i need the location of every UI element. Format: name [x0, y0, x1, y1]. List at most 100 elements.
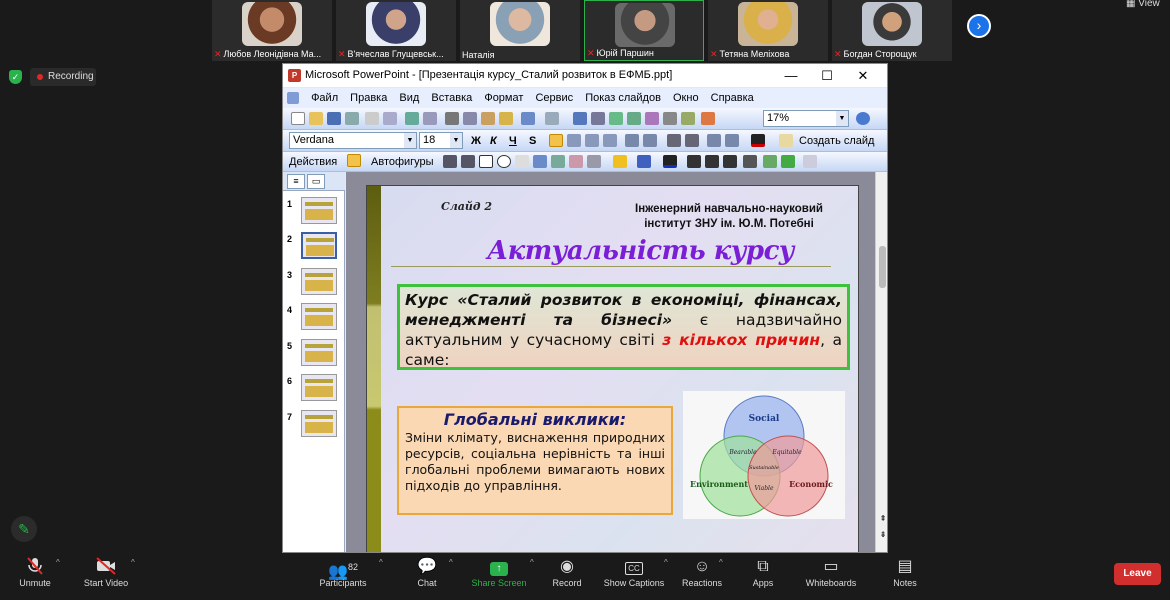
decrease-indent-icon[interactable] [707, 134, 721, 147]
close-button[interactable]: ✕ [845, 64, 881, 87]
decrease-font-icon[interactable] [685, 134, 699, 147]
chart-icon[interactable] [573, 112, 587, 125]
scroll-thumb[interactable] [879, 246, 886, 288]
italic-button[interactable]: К [490, 133, 497, 149]
increase-indent-icon[interactable] [725, 134, 739, 147]
recording-indicator[interactable]: Recording [30, 68, 96, 86]
save-icon[interactable] [327, 112, 341, 125]
audio-options-caret[interactable]: ^ [56, 558, 60, 567]
clipart-icon[interactable] [569, 155, 583, 168]
participant-tile[interactable]: ✕ Богдан Сторощук [832, 0, 952, 61]
spelling-icon[interactable] [405, 112, 419, 125]
chat-button[interactable]: 💬 Chat [412, 556, 442, 588]
current-slide[interactable]: Слайд 2 Інженерний навчально-науковий ін… [366, 185, 859, 552]
copy-icon[interactable] [463, 112, 477, 125]
align-left-icon[interactable] [549, 134, 563, 147]
slide-thumbnail[interactable] [301, 410, 337, 437]
participants-button[interactable]: 👥82 Participants [316, 556, 370, 588]
menu-insert[interactable]: Вставка [431, 88, 472, 108]
select-arrow-icon[interactable] [347, 154, 361, 167]
participant-tile[interactable]: ✕ Любов Леонідівна Ма... [212, 0, 332, 61]
menu-edit[interactable]: Правка [350, 88, 387, 108]
shadow-button[interactable]: S [529, 133, 536, 149]
bullets-icon[interactable] [643, 134, 657, 147]
show-formatting-icon[interactable] [701, 112, 715, 125]
more-buttons-icon[interactable] [803, 155, 817, 168]
slides-tab[interactable]: ▭ [307, 174, 325, 189]
font-color-icon[interactable] [751, 134, 765, 147]
zoom-select[interactable]: 17% ▼ [763, 110, 849, 127]
print-icon[interactable] [365, 112, 379, 125]
grid-icon[interactable] [663, 112, 677, 125]
share-caret[interactable]: ^ [530, 558, 534, 567]
expand-icon[interactable] [645, 112, 659, 125]
new-icon[interactable] [291, 112, 305, 125]
line-icon[interactable] [443, 155, 457, 168]
slide-thumbnail-row[interactable]: 7 [283, 408, 345, 440]
textbox-icon[interactable] [515, 155, 529, 168]
dash-style-icon[interactable] [705, 155, 719, 168]
wordart-icon[interactable] [533, 155, 547, 168]
participants-caret[interactable]: ^ [379, 558, 383, 567]
slide-thumbnail[interactable] [301, 339, 337, 366]
bold-button[interactable]: Ж [471, 133, 481, 149]
font-size-select[interactable]: 18 ▼ [419, 132, 463, 149]
prev-slide-icon[interactable]: ⇞ [878, 514, 887, 523]
open-icon[interactable] [309, 112, 323, 125]
slide-thumbnail[interactable] [301, 303, 337, 330]
shadow-style-icon[interactable] [743, 155, 757, 168]
notes-button[interactable]: ▤ Notes [890, 556, 920, 588]
arrow-icon[interactable] [461, 155, 475, 168]
menu-file[interactable]: Файл [311, 88, 338, 108]
redo-icon[interactable] [545, 112, 559, 125]
participant-tile[interactable]: ✕ В'ячеслав Глущевськ... [336, 0, 456, 61]
slide-thumbnail[interactable] [301, 197, 337, 224]
preview-icon[interactable] [383, 112, 397, 125]
oval-icon[interactable] [497, 155, 511, 168]
participant-tile-active[interactable]: ✕ Юрій Паршин [584, 0, 704, 61]
slide-thumbnail-row[interactable]: 5 [283, 337, 345, 369]
slide-thumbnail-row[interactable]: 3 [283, 266, 345, 298]
participant-tile[interactable]: ✕ Тетяна Меліхова [708, 0, 828, 61]
window-titlebar[interactable]: P Microsoft PowerPoint - [Презентація ку… [283, 64, 887, 87]
undo-icon[interactable] [521, 112, 535, 125]
start-video-button[interactable]: Start Video [80, 556, 132, 588]
apps-button[interactable]: ⧉ Apps [748, 556, 778, 588]
actions-menu[interactable]: Действия [289, 154, 337, 170]
align-center-icon[interactable] [567, 134, 581, 147]
maximize-button[interactable]: ☐ [809, 64, 845, 87]
minimize-button[interactable]: — [773, 64, 809, 87]
increase-font-icon[interactable] [667, 134, 681, 147]
menu-help[interactable]: Справка [711, 88, 754, 108]
line-color-icon[interactable] [637, 155, 651, 168]
chat-caret[interactable]: ^ [449, 558, 453, 567]
design-icon[interactable] [779, 134, 793, 147]
paste-icon[interactable] [481, 112, 495, 125]
slide-thumbnail[interactable] [301, 232, 337, 259]
tables-borders-icon[interactable] [609, 112, 623, 125]
menu-slideshow[interactable]: Показ слайдов [585, 88, 661, 108]
permission-icon[interactable] [345, 112, 359, 125]
fill-color-icon[interactable] [613, 155, 627, 168]
menu-view[interactable]: Вид [399, 88, 419, 108]
3d-style-icon[interactable] [763, 155, 777, 168]
outline-tab[interactable]: ≡ [287, 174, 305, 189]
menu-service[interactable]: Сервис [535, 88, 573, 108]
slide-thumbnail-row[interactable]: 2 [283, 230, 345, 262]
menu-window[interactable]: Окно [673, 88, 699, 108]
underline-button[interactable]: Ч [509, 133, 517, 149]
share-screen-button[interactable]: ↑ Share Screen [470, 556, 528, 588]
justify-icon[interactable] [603, 134, 617, 147]
slide-thumbnail[interactable] [301, 374, 337, 401]
slide-thumbnail-row[interactable]: 4 [283, 301, 345, 333]
3d-settings-icon[interactable] [781, 155, 795, 168]
participant-tile[interactable]: Наталія [460, 0, 580, 61]
numbering-icon[interactable] [625, 134, 639, 147]
line-style-icon[interactable] [687, 155, 701, 168]
create-slide-button[interactable]: Создать слайд [799, 133, 874, 149]
text-color-icon[interactable] [663, 155, 677, 168]
autoshapes-menu[interactable]: Автофигуры [371, 154, 434, 170]
menu-format[interactable]: Формат [484, 88, 523, 108]
cut-icon[interactable] [445, 112, 459, 125]
slide-thumbnail-row[interactable]: 6 [283, 372, 345, 404]
